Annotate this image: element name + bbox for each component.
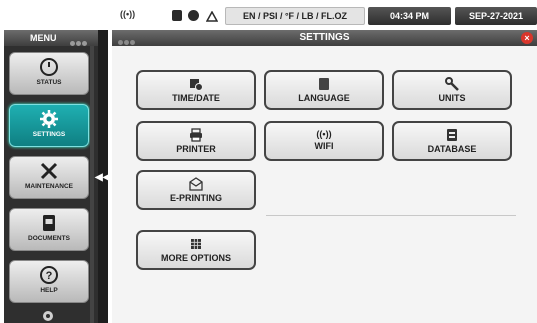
calendar-clock-icon [190,79,203,91]
language-button[interactable]: LANGUAGE [264,70,384,110]
status-dot-icon [188,10,199,21]
page-title: SETTINGS [299,32,350,43]
sidebar-item-label: STATUS [36,79,62,86]
e-printing-button[interactable]: E-PRINTING [136,170,256,210]
tools-icon [40,162,58,180]
settings-gear-partial-icon [43,311,53,321]
grid-icon [191,239,201,249]
sidebar-item-label: SETTINGS [32,131,66,138]
button-label: TIME/DATE [172,93,220,103]
date-display: SEP-27-2021 [455,7,537,25]
printer-icon [190,128,202,142]
help-icon: ? [40,266,58,284]
section-divider [266,215,516,216]
email-print-icon [189,177,203,191]
sidebar-item-settings[interactable]: SETTINGS [9,104,89,147]
document-icon [43,215,55,231]
printer-button[interactable]: PRINTER [136,121,256,161]
button-label: MORE OPTIONS [160,253,231,263]
wifi-status-icon: ((•)) [120,9,136,19]
button-label: LANGUAGE [298,93,350,103]
button-label: PRINTER [176,144,216,154]
sidebar-item-label: DOCUMENTS [28,235,70,242]
gauge-icon [40,58,58,76]
status-bar: ((•)) EN / PSI / °F / LB / FL.OZ 04:34 P… [0,0,537,30]
sd-card-icon [172,10,182,21]
gear-icon [40,110,58,128]
close-button[interactable]: × [521,32,533,44]
settings-header: SETTINGS × [112,30,537,46]
wrench-icon [445,77,459,91]
database-icon [447,129,457,141]
button-label: E-PRINTING [169,193,222,203]
wifi-icon: ((•)) [316,129,332,139]
sidebar-item-label: MAINTENANCE [24,183,74,190]
menu-title: MENU [30,33,57,43]
sidebar-item-status[interactable]: STATUS [9,52,89,95]
database-button[interactable]: DATABASE [392,121,512,161]
units-button[interactable]: UNITS [392,70,512,110]
language-icon [319,78,329,90]
button-label: UNITS [438,93,466,103]
menu-header: MENU [4,30,98,46]
time-display: 04:34 PM [368,7,451,25]
settings-panel: TIME/DATE LANGUAGE UNITS PRINTER ((•)) W… [112,46,537,323]
collapse-menu-icon[interactable]: ◀◀ [95,172,110,183]
button-label: WIFI [314,141,334,151]
sidebar-item-maintenance[interactable]: MAINTENANCE [9,156,89,199]
sidebar-item-label: HELP [40,287,58,294]
sidebar-item-help[interactable]: ? HELP [9,260,89,303]
time-date-button[interactable]: TIME/DATE [136,70,256,110]
more-options-button[interactable]: MORE OPTIONS [136,230,256,270]
sidebar-menu: STATUS SETTINGS MAINTENANCE DOCUMENTS ? … [4,46,98,323]
menu-dots-icon [70,35,90,46]
wifi-button[interactable]: ((•)) WIFI [264,121,384,161]
user-icon [205,10,219,22]
button-label: DATABASE [427,144,477,154]
units-indicator[interactable]: EN / PSI / °F / LB / FL.OZ [225,7,365,25]
menu-scrollbar[interactable] [90,46,94,323]
svg-text:?: ? [46,270,53,282]
sidebar-item-documents[interactable]: DOCUMENTS [9,208,89,251]
